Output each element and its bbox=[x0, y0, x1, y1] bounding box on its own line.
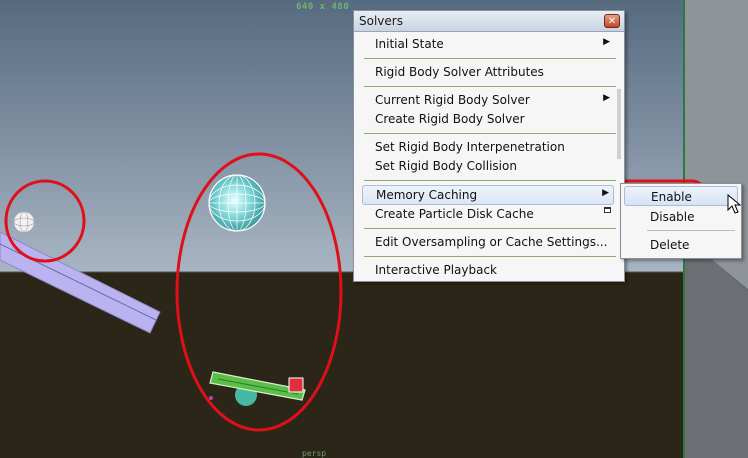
menu-separator bbox=[364, 256, 616, 257]
memory-caching-submenu[interactable]: Enable Disable Delete bbox=[620, 183, 742, 259]
menu-item-interactive-playback[interactable]: Interactive Playback bbox=[362, 261, 614, 280]
menu-separator bbox=[364, 180, 616, 181]
menu-item-set-rigid-body-interpenetration[interactable]: Set Rigid Body Interpenetration bbox=[362, 138, 614, 157]
menu-item-memory-caching[interactable]: Memory Caching ▶ bbox=[362, 185, 614, 205]
camera-name-label: persp bbox=[302, 449, 327, 458]
menu-item-create-particle-disk-cache[interactable]: Create Particle Disk Cache bbox=[362, 205, 614, 224]
mouse-cursor-icon bbox=[727, 194, 741, 214]
small-ball[interactable] bbox=[13, 211, 35, 233]
menu-item-edit-oversampling-or-cache-settings[interactable]: Edit Oversampling or Cache Settings... bbox=[362, 233, 614, 252]
submenu-arrow-icon: ▶ bbox=[603, 93, 610, 103]
menu-item-initial-state[interactable]: Initial State ▶ bbox=[362, 35, 614, 54]
menu-separator bbox=[364, 58, 616, 59]
menu-scrollbar[interactable] bbox=[617, 89, 621, 159]
menu-item-label: Create Particle Disk Cache bbox=[375, 207, 534, 221]
menu-item-label: Initial State bbox=[375, 37, 444, 51]
menu-item-rigid-body-solver-attributes[interactable]: Rigid Body Solver Attributes bbox=[362, 63, 614, 82]
menu-item-create-rigid-body-solver[interactable]: Create Rigid Body Solver bbox=[362, 110, 614, 129]
submenu-item-label: Enable bbox=[651, 190, 692, 204]
menu-item-label: Interactive Playback bbox=[375, 263, 497, 277]
menu-item-label: Current Rigid Body Solver bbox=[375, 93, 530, 107]
submenu-arrow-icon: ▶ bbox=[602, 188, 609, 198]
submenu-item-enable[interactable]: Enable bbox=[624, 186, 738, 206]
menu-item-label: Set Rigid Body Collision bbox=[375, 159, 517, 173]
menu-item-label: Create Rigid Body Solver bbox=[375, 112, 525, 126]
menu-item-current-rigid-body-solver[interactable]: Current Rigid Body Solver ▶ bbox=[362, 91, 614, 110]
wireframe-ball[interactable] bbox=[208, 174, 266, 232]
submenu-item-label: Disable bbox=[650, 210, 695, 224]
solvers-menu[interactable]: Solvers ✕ Initial State ▶ Rigid Body Sol… bbox=[353, 10, 625, 282]
submenu-arrow-icon: ▶ bbox=[603, 37, 610, 47]
submenu-item-label: Delete bbox=[650, 238, 690, 252]
option-box-icon[interactable] bbox=[604, 207, 611, 213]
menu-item-label: Set Rigid Body Interpenetration bbox=[375, 140, 565, 154]
menu-item-label: Rigid Body Solver Attributes bbox=[375, 65, 544, 79]
menu-item-label: Edit Oversampling or Cache Settings... bbox=[375, 235, 608, 249]
resolution-gate-label: 640 x 480 bbox=[296, 2, 350, 12]
submenu-item-disable[interactable]: Disable bbox=[624, 207, 738, 227]
menu-titlebar[interactable]: Solvers ✕ bbox=[354, 11, 624, 32]
menu-separator bbox=[364, 86, 616, 87]
menu-separator bbox=[364, 133, 616, 134]
close-icon[interactable]: ✕ bbox=[604, 14, 620, 28]
menu-item-set-rigid-body-collision[interactable]: Set Rigid Body Collision bbox=[362, 157, 614, 176]
submenu-item-delete[interactable]: Delete bbox=[624, 235, 738, 255]
menu-item-label: Memory Caching bbox=[376, 188, 478, 202]
submenu-separator bbox=[647, 230, 735, 231]
menu-separator bbox=[364, 228, 616, 229]
menu-title: Solvers bbox=[359, 14, 403, 28]
